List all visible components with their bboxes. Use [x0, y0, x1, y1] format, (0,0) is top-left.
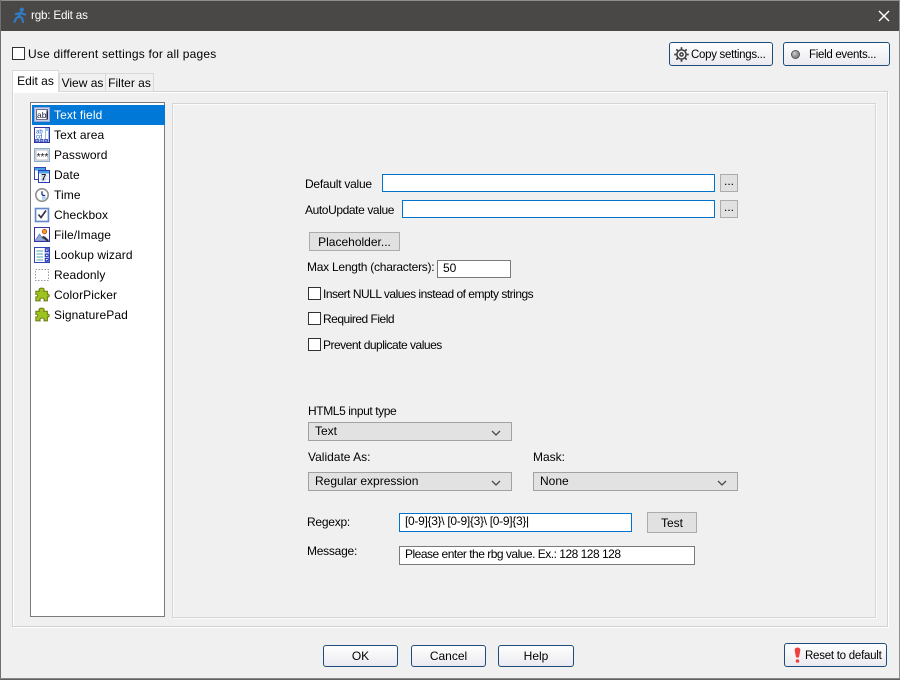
svg-text:***: ***: [37, 152, 49, 163]
svg-text:7: 7: [41, 173, 46, 183]
